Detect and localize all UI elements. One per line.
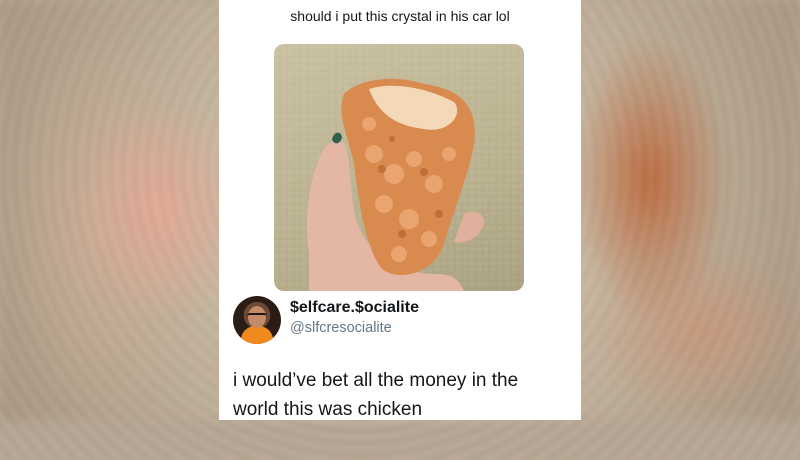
reply-text: i would’ve bet all the money in the worl… — [233, 366, 563, 420]
original-post-text: should i put this crystal in his car lol — [290, 8, 510, 24]
reply-text-line-1: i would’ve bet all the money in the — [233, 370, 519, 391]
crystal-in-hand-illustration — [307, 78, 484, 291]
crystal-photo[interactable] — [274, 44, 524, 291]
tweet-screenshot: should i put this crystal in his car lol — [219, 0, 581, 420]
user-handle[interactable]: @slfcresocialite — [290, 320, 392, 336]
avatar-shirt-shape — [241, 326, 273, 344]
reply-author-header: $elfcare.$ocialite @slfcresocialite — [233, 293, 569, 345]
avatar-glasses-shape — [247, 313, 267, 320]
avatar[interactable] — [233, 296, 281, 344]
display-name[interactable]: $elfcare.$ocialite — [290, 299, 419, 317]
reply-text-line-2: world this was chicken — [233, 399, 423, 420]
